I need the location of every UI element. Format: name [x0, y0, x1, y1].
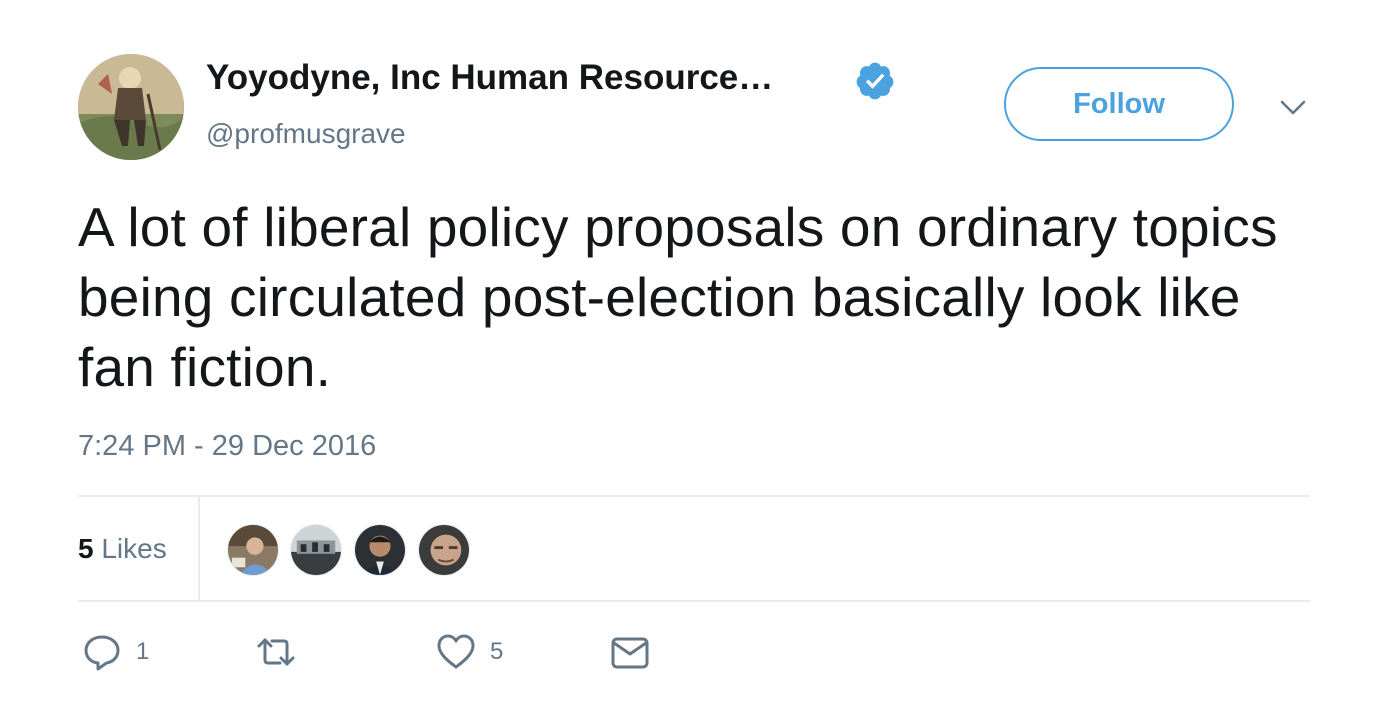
retweet-icon [257, 638, 295, 666]
tweet-timestamp[interactable]: 7:24 PM - 29 Dec 2016 [78, 430, 376, 463]
tweet-text: A lot of liberal policy proposals on ord… [78, 196, 1278, 398]
reply-action[interactable]: 1 [82, 632, 149, 672]
envelope-icon [611, 637, 649, 669]
reply-icon [84, 635, 120, 671]
like-count: 5 [490, 638, 504, 665]
author-avatar[interactable] [78, 54, 184, 160]
likes-label: Likes [101, 533, 167, 564]
author-avatar-illustration [78, 54, 184, 160]
like-action[interactable]: 5 [436, 632, 503, 672]
direct-message-action[interactable] [610, 632, 650, 672]
likes-count: 5 [78, 533, 94, 564]
follow-button[interactable]: Follow [1004, 67, 1234, 141]
verified-badge-icon [856, 62, 894, 100]
liker-avatar-1[interactable] [227, 524, 279, 576]
likes-stat[interactable]: 5 Likes [78, 533, 167, 565]
heart-icon [437, 634, 475, 669]
liker-avatar-3[interactable] [354, 524, 406, 576]
display-name[interactable]: Yoyodyne, Inc Human Resource… [206, 58, 773, 98]
retweet-action[interactable] [256, 632, 310, 672]
liker-avatar-4[interactable] [418, 524, 470, 576]
chevron-down-icon[interactable] [1278, 96, 1308, 120]
stats-top-divider [78, 495, 1310, 497]
user-handle[interactable]: @profmusgrave [206, 118, 406, 150]
reply-count: 1 [136, 638, 150, 665]
stats-bottom-divider [78, 600, 1310, 602]
liker-avatar-2[interactable] [290, 524, 342, 576]
stats-vertical-divider [198, 497, 200, 601]
